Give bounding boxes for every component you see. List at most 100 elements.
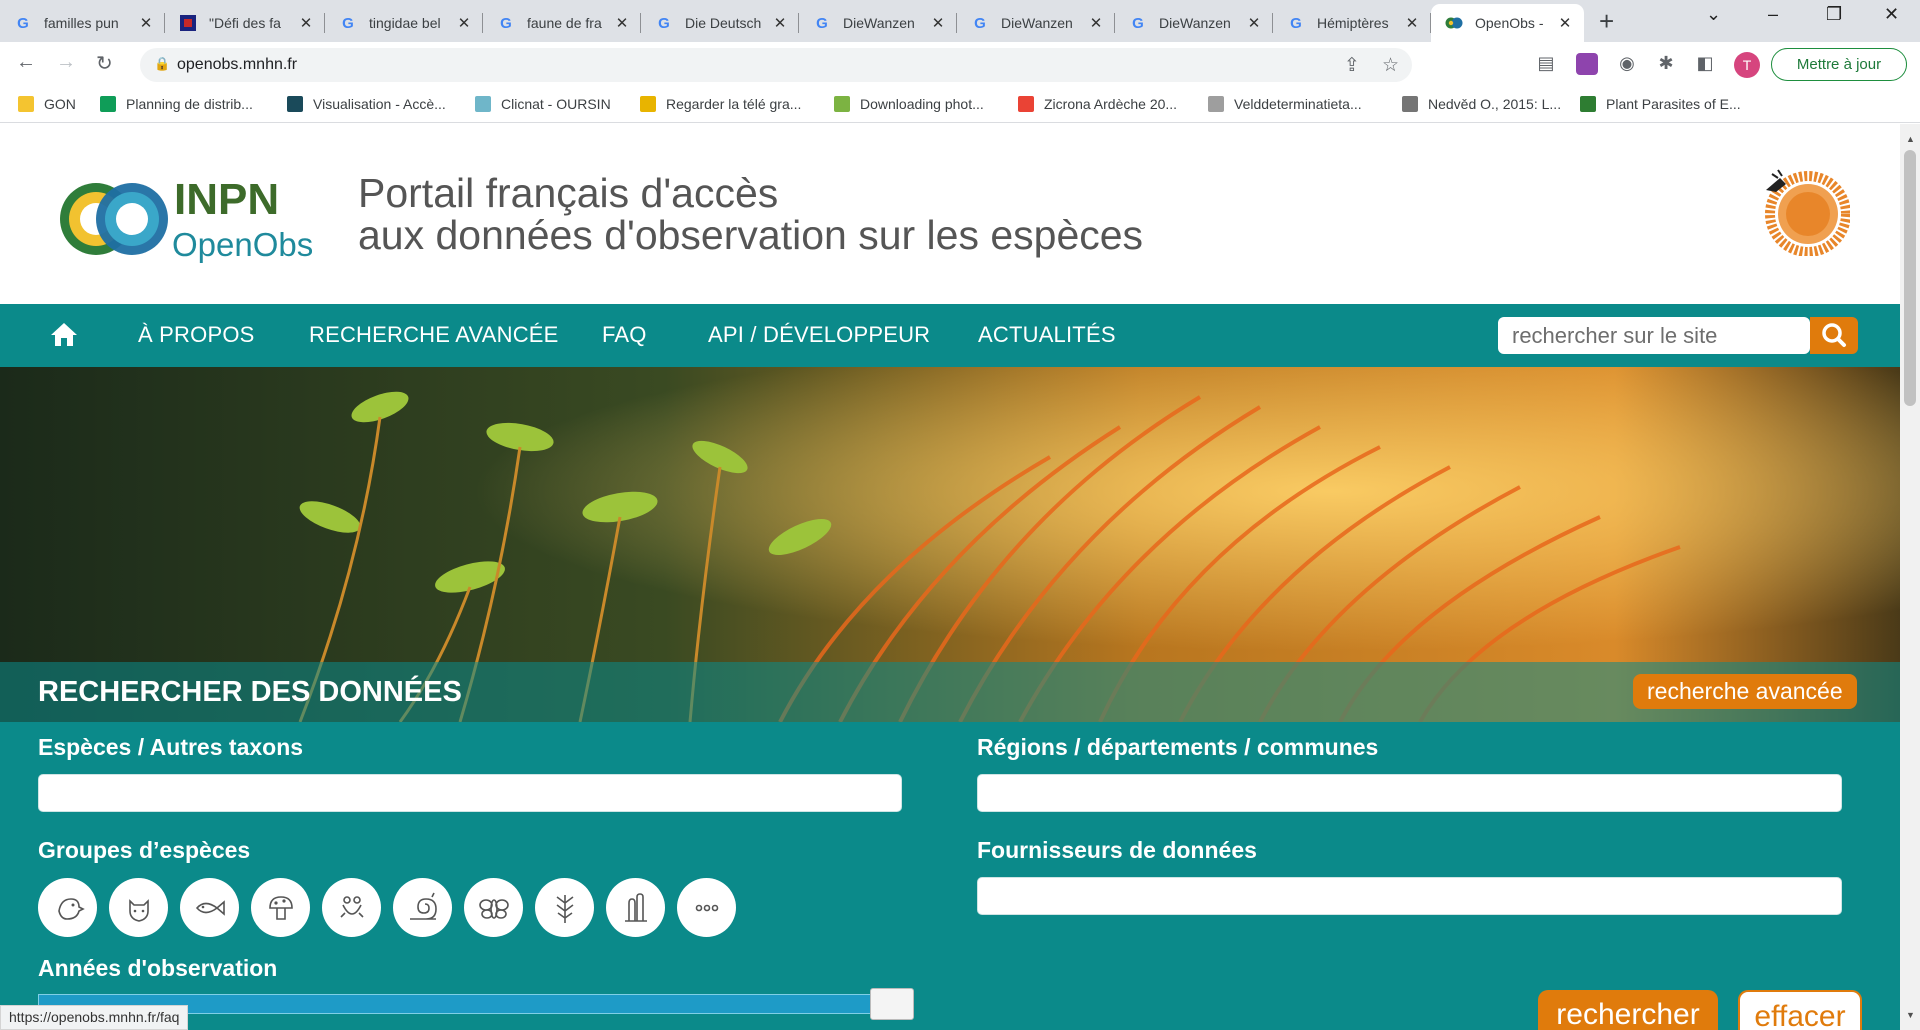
back-icon[interactable]: ← [16,51,36,74]
forward-icon[interactable]: → [56,51,76,74]
browser-tab[interactable]: G Hémiptères ✕ [1273,4,1431,42]
tab-strip: Gfamilles pun ✕ "Défi des fa ✕ Gtingidae bel… [0,0,1920,42]
extension-purple-icon[interactable] [1576,53,1598,75]
page-scrollbar[interactable]: ▲ ▼ [1900,124,1920,1030]
fungus-group-button[interactable] [251,878,310,937]
bookmark-item[interactable]: Zicrona Ardèche 20... [1018,96,1177,112]
extensions-puzzle-icon[interactable]: ✱ [1655,53,1677,75]
close-window-icon[interactable]: ✕ [1884,4,1899,25]
sinp-seal-logo[interactable] [1758,164,1850,256]
scroll-thumb[interactable] [1904,150,1916,406]
close-tab-icon[interactable]: ✕ [929,14,947,32]
inpn-openobs-logo[interactable]: INPN OpenObs [52,174,312,264]
nav-actualites[interactable]: ACTUALITÉS [978,322,1116,348]
providers-input[interactable] [977,877,1842,915]
coral-group-button[interactable] [606,878,665,937]
providers-label: Fournisseurs de données [977,837,1257,863]
species-groups-label: Groupes d’espèces [38,837,251,863]
bookmark-item[interactable]: Nedvěd O., 2015: L... [1402,96,1561,112]
bookmark-item[interactable]: Regarder la télé gra... [640,96,801,112]
amphibian-group-button[interactable] [322,878,381,937]
close-tab-icon[interactable]: ✕ [1403,14,1421,32]
address-bar[interactable]: 🔒 openobs.mnhn.fr ⇪ ☆ [140,48,1412,82]
browser-tab[interactable]: G DieWanzen ✕ [1115,4,1273,42]
logo-inpn-text: INPN [174,175,279,224]
bookmark-star-icon[interactable]: ☆ [1382,54,1399,77]
site-search-input[interactable] [1498,317,1810,354]
advanced-search-button[interactable]: recherche avancée [1633,674,1857,709]
url-text[interactable]: openobs.mnhn.fr [177,56,297,74]
google-icon: G [1290,14,1302,32]
close-tab-icon[interactable]: ✕ [137,14,155,32]
bookmark-item[interactable]: Visualisation - Accè... [287,96,446,112]
browser-tab[interactable]: Gtingidae bel ✕ [325,4,483,42]
bookmark-item[interactable]: Velddeterminatieta... [1208,96,1362,112]
status-bar-url: https://openobs.mnhn.fr/faq [0,1005,189,1030]
bookmark-label: Velddeterminatieta... [1234,96,1362,112]
browser-tab[interactable]: G DieWanzen ✕ [957,4,1115,42]
nav-recherche-avancee[interactable]: RECHERCHE AVANCÉE [309,322,559,348]
more-icon [695,904,718,911]
regions-input[interactable] [977,774,1842,812]
species-input[interactable] [38,774,902,812]
side-panel-icon[interactable]: ◧ [1694,53,1716,75]
clear-button[interactable]: effacer [1738,990,1862,1030]
search-button[interactable]: rechercher [1538,990,1718,1030]
reload-icon[interactable]: ↻ [96,51,113,76]
new-tab-button[interactable]: + [1599,6,1614,37]
close-tab-icon[interactable]: ✕ [1087,14,1105,32]
restore-icon[interactable]: ❐ [1826,4,1842,25]
update-button[interactable]: Mettre à jour [1771,48,1907,81]
camera-icon[interactable]: ◉ [1616,53,1638,75]
scroll-up-arrow-icon[interactable]: ▲ [1906,134,1915,144]
tab-search-icon[interactable]: ⌄ [1706,4,1721,25]
bookmark-item[interactable]: GON [18,96,76,112]
close-tab-icon[interactable]: ✕ [1245,14,1263,32]
nav-a-propos[interactable]: À PROPOS [138,322,255,348]
years-slider-handle[interactable] [870,988,914,1020]
close-tab-icon[interactable]: ✕ [297,14,315,32]
browser-tab[interactable]: G Die Deutsch ✕ [641,4,799,42]
close-tab-icon[interactable]: ✕ [771,14,789,32]
reading-list-icon[interactable]: ▤ [1535,53,1557,75]
site-search-button[interactable] [1810,317,1858,354]
close-tab-icon[interactable]: ✕ [1556,14,1574,32]
bookmark-item[interactable]: Downloading phot... [834,96,984,112]
plant-group-button[interactable] [535,878,594,937]
main-navigation: À PROPOS RECHERCHE AVANCÉE FAQ API / DÉV… [0,304,1900,367]
tab-title: familles pun [44,15,119,31]
search-section-title: RECHERCHER DES DONNÉES [38,676,462,708]
logo-openobs-text: OpenObs [172,226,312,263]
profile-avatar[interactable]: T [1734,52,1760,78]
bookmark-item[interactable]: Clicnat - OURSIN [475,96,611,112]
browser-tab[interactable]: "Défi des fa ✕ [165,4,325,42]
google-icon: G [500,14,512,32]
browser-tab[interactable]: OpenObs - ✕ [1431,4,1584,42]
bird-group-button[interactable] [38,878,97,937]
close-tab-icon[interactable]: ✕ [613,14,631,32]
fish-group-button[interactable] [180,878,239,937]
insect-group-button[interactable] [464,878,523,937]
browser-tab[interactable]: Gfamilles pun ✕ [0,4,165,42]
nav-faq[interactable]: FAQ [602,322,647,348]
bookmark-item[interactable]: Planning de distrib... [100,96,253,112]
site-header: INPN OpenObs Portail français d'accès au… [0,124,1900,304]
more-group-button[interactable] [677,878,736,937]
bookmark-favicon-icon [1402,96,1418,112]
share-icon[interactable]: ⇪ [1344,54,1360,77]
google-icon: G [1132,14,1144,32]
close-tab-icon[interactable]: ✕ [455,14,473,32]
mammal-group-button[interactable] [109,878,168,937]
scroll-down-arrow-icon[interactable]: ▼ [1906,1010,1915,1020]
mollusc-group-button[interactable] [393,878,452,937]
browser-toolbar: ← → ↻ 🔒 openobs.mnhn.fr ⇪ ☆ ▤ ◉ ✱ ◧ T Me… [0,42,1920,87]
minimize-icon[interactable]: – [1768,4,1778,25]
home-icon[interactable] [50,321,78,347]
years-label: Années d'observation [38,955,278,981]
browser-tab[interactable]: G DieWanzen ✕ [799,4,957,42]
bird-icon [57,897,85,920]
openobs-icon [1445,14,1463,32]
nav-api-developpeur[interactable]: API / DÉVELOPPEUR [708,322,930,348]
browser-tab[interactable]: Gfaune de fra ✕ [483,4,641,42]
bookmark-item[interactable]: Plant Parasites of E... [1580,96,1741,112]
